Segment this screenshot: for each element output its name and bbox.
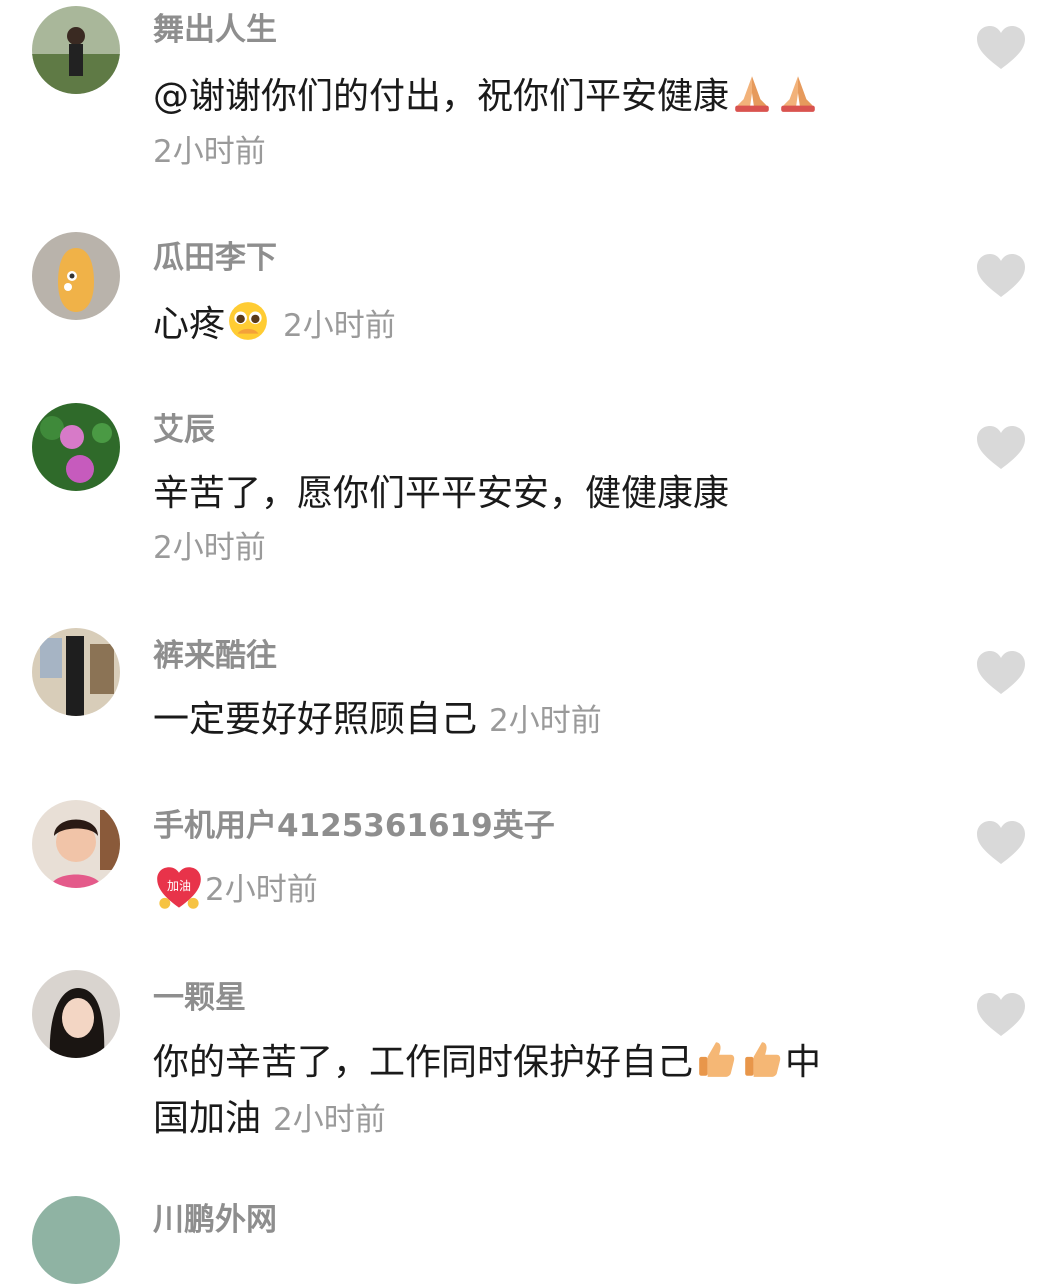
comment-text-content: 辛苦了，愿你们平平安安，健健康康	[153, 473, 730, 514]
username[interactable]: 瓜田李下	[153, 238, 277, 278]
comment-text-content: 心疼	[153, 304, 226, 345]
timestamp: 2小时前	[273, 1102, 386, 1138]
avatar[interactable]	[32, 403, 120, 491]
username[interactable]: 手机用户4125361619英子	[153, 806, 555, 846]
timestamp: 2小时前	[489, 703, 602, 739]
comment-text: 心疼 2小时前	[153, 300, 396, 349]
avatar[interactable]	[32, 1196, 120, 1284]
heart-icon[interactable]	[975, 425, 1027, 471]
comment-text-line2: 国加油 2小时前	[153, 1096, 386, 1143]
folded-hands-icon	[735, 76, 769, 112]
comment-text-tail: 中	[785, 1042, 822, 1083]
time-row: 2小时前	[153, 528, 266, 568]
comment-text: 加油 2小时前	[153, 866, 318, 910]
heart-icon[interactable]	[975, 650, 1027, 696]
avatar[interactable]	[32, 6, 120, 94]
heart-icon[interactable]	[975, 820, 1027, 866]
comment-text: 你的辛苦了，工作同时保护好自己 中	[153, 1038, 821, 1086]
pleading-face-icon	[229, 302, 267, 340]
heart-icon[interactable]	[975, 25, 1027, 71]
comment-text: 一定要好好照顾自己 2小时前	[153, 697, 602, 744]
username[interactable]: 舞出人生	[153, 10, 277, 50]
comment-text-content: 一定要好好照顾自己	[153, 699, 478, 740]
avatar[interactable]	[32, 800, 120, 888]
jiayou-heart-icon: 加油	[157, 867, 201, 909]
avatar[interactable]	[32, 628, 120, 716]
comment-text: @谢谢你们的付出，祝你们平安健康	[153, 72, 821, 120]
username[interactable]: 一颗星	[153, 978, 246, 1018]
thumbs-up-icon	[699, 1042, 735, 1077]
avatar[interactable]	[32, 970, 120, 1058]
username[interactable]: 川鹏外网	[153, 1200, 277, 1240]
username[interactable]: 艾辰	[153, 410, 215, 450]
comment-text-content: @谢谢你们的付出，祝你们平安健康	[153, 76, 730, 117]
comment-text-content: 你的辛苦了，工作同时保护好自己	[153, 1042, 694, 1083]
time-row: 2小时前	[153, 132, 266, 172]
thumbs-up-icon	[745, 1042, 781, 1077]
timestamp: 2小时前	[153, 530, 266, 566]
comment-text-content: 国加油	[153, 1098, 262, 1139]
svg-text:加油: 加油	[167, 879, 191, 893]
username[interactable]: 裤来酷往	[153, 636, 277, 676]
timestamp: 2小时前	[153, 134, 266, 170]
avatar[interactable]	[32, 232, 120, 320]
timestamp: 2小时前	[283, 308, 396, 344]
comment-text: 辛苦了，愿你们平平安安，健健康康	[153, 471, 729, 517]
folded-hands-icon	[781, 76, 815, 112]
heart-icon[interactable]	[975, 992, 1027, 1038]
timestamp: 2小时前	[205, 872, 318, 908]
heart-icon[interactable]	[975, 253, 1027, 299]
